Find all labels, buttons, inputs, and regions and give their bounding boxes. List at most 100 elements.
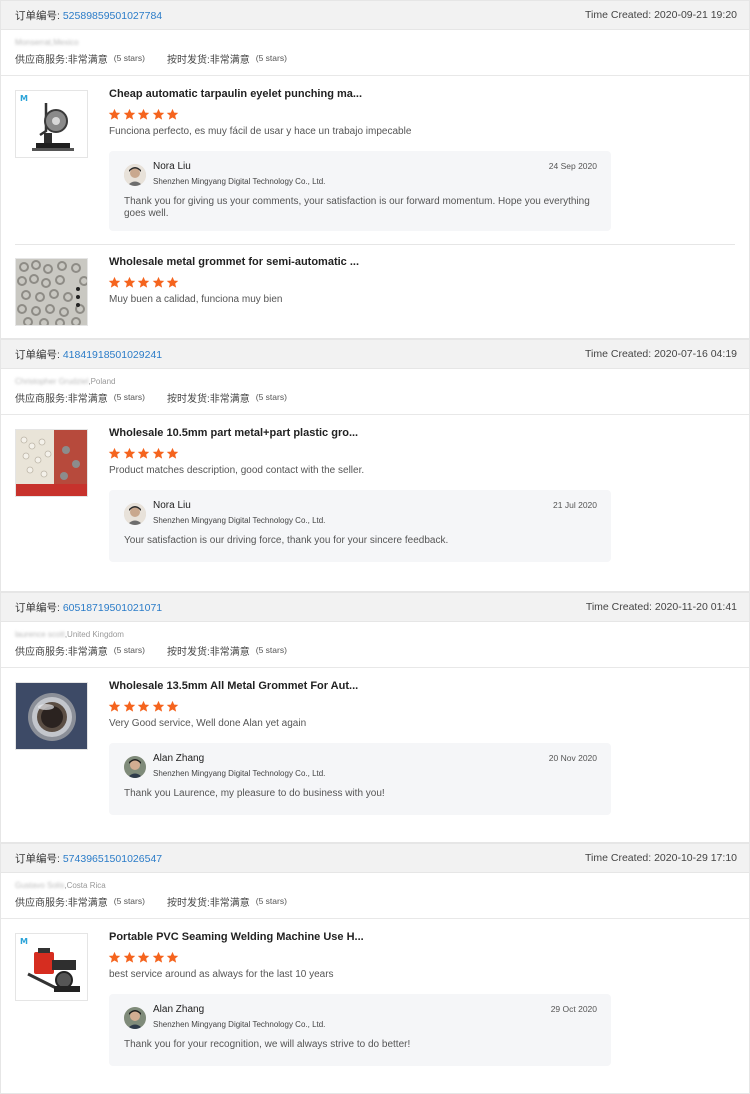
rating-stars-text: (5 stars): [113, 645, 145, 655]
reply-date: 21 Jul 2020: [553, 500, 597, 510]
rating-stars-text: (5 stars): [255, 645, 287, 655]
time-created: Time Created: 2020-10-29 17:10: [585, 852, 737, 864]
pvc-welding-machine-image[interactable]: M: [15, 933, 88, 1001]
seller-ratings: 供应商服务: 非常满意 (5 stars) 按时发货: 非常满意 (5 stars): [15, 893, 735, 909]
avatar: [124, 1007, 146, 1029]
time-created-label: Time Created:: [585, 852, 655, 864]
buyer-name: Monserrat,Mexico: [15, 36, 735, 50]
rating-label: 供应商服务:: [15, 646, 68, 658]
rating-value: 非常满意: [67, 393, 108, 405]
star-rating: [108, 108, 181, 121]
order-number-link[interactable]: 60518719501021071: [63, 602, 162, 614]
order-header: 订单编号: 52589859501027784 Time Created: 20…: [1, 1, 749, 30]
product-title[interactable]: Wholesale 10.5mm part metal+part plastic…: [109, 427, 358, 439]
review-comment: best service around as always for the la…: [109, 969, 334, 980]
rating-stars-text: (5 stars): [255, 896, 287, 906]
buyer-country: ,Costa Rica: [64, 881, 106, 890]
time-created-value: 2020-09-21 19:20: [654, 9, 737, 21]
buyer-info: Gustavo Solis,Costa Rica 供应商服务: 非常满意 (5 s…: [1, 873, 749, 919]
star-icon: [166, 951, 179, 963]
star-icon: [166, 108, 179, 120]
star-icon: [123, 700, 135, 712]
on-time-delivery-rating: 按时发货: 非常满意 (5 stars): [167, 894, 287, 909]
star-icon: [152, 447, 164, 459]
product-review: M Cheap automatic tarpaulin eyelet punch…: [1, 76, 749, 244]
order-number: 订单编号: 60518719501021071: [15, 600, 162, 615]
product-title[interactable]: Cheap automatic tarpaulin eyelet punchin…: [109, 88, 362, 100]
reply-author: Nora Liu: [153, 500, 191, 511]
product-review: M Portable PVC Seaming Welding Machine U…: [1, 919, 749, 1089]
buyer-name-hidden: Monserrat,Mexico: [15, 38, 79, 47]
order-number-label: 订单编号:: [15, 852, 63, 865]
rating-stars-text: (5 stars): [113, 896, 145, 906]
seller-reply: Nora Liu Shenzhen Mingyang Digital Techn…: [109, 490, 611, 562]
order-number-label: 订单编号:: [15, 601, 63, 614]
supplier-service-rating: 供应商服务: 非常满意 (5 stars): [15, 51, 145, 66]
eyelet-punching-machine-image[interactable]: M: [15, 90, 88, 158]
order-number: 订单编号: 41841918501029241: [15, 347, 162, 362]
rating-label: 供应商服务:: [15, 54, 68, 66]
review-comment: Product matches description, good contac…: [109, 465, 365, 476]
star-icon: [152, 276, 164, 288]
on-time-delivery-rating: 按时发货: 非常满意 (5 stars): [167, 643, 287, 658]
star-icon: [152, 108, 164, 120]
plastic-grommets-image[interactable]: [15, 429, 88, 497]
seller-reply: Alan Zhang Shenzhen Mingyang Digital Tec…: [109, 743, 611, 815]
order-number-label: 订单编号:: [15, 348, 63, 361]
avatar: [124, 503, 146, 525]
metal-grommet-closeup-image[interactable]: [15, 682, 88, 750]
order-number-link[interactable]: 57439651501026547: [63, 853, 162, 865]
reply-date: 20 Nov 2020: [548, 753, 597, 763]
order-number-link[interactable]: 52589859501027784: [63, 10, 162, 22]
rating-label: 按时发货:: [166, 897, 210, 909]
star-icon: [137, 951, 150, 963]
time-created-label: Time Created:: [585, 348, 655, 360]
star-rating: [108, 447, 181, 460]
star-icon: [108, 108, 121, 120]
product-title[interactable]: Portable PVC Seaming Welding Machine Use…: [109, 931, 364, 943]
reply-author: Alan Zhang: [153, 753, 205, 764]
buyer-name: Gustavo Solis,Costa Rica: [15, 879, 735, 893]
product-title[interactable]: Wholesale 13.5mm All Metal Grommet For A…: [109, 680, 358, 692]
star-icon: [123, 951, 135, 963]
reply-author: Nora Liu: [153, 161, 191, 172]
review-comment: Very Good service, Well done Alan yet ag…: [109, 718, 307, 729]
rating-label: 供应商服务:: [15, 897, 68, 909]
buyer-country: ,Poland: [88, 377, 116, 386]
supplier-service-rating: 供应商服务: 非常满意 (5 stars): [15, 894, 145, 909]
rating-stars-text: (5 stars): [255, 53, 287, 63]
rating-value: 非常满意: [67, 897, 108, 909]
order-card: 订单编号: 57439651501026547 Time Created: 20…: [0, 843, 750, 1094]
star-icon: [166, 700, 179, 712]
order-number-link[interactable]: 41841918501029241: [63, 349, 162, 361]
metal-grommets-image[interactable]: [15, 258, 88, 326]
star-icon: [137, 700, 150, 712]
star-icon: [166, 276, 179, 288]
time-created: Time Created: 2020-09-21 19:20: [585, 9, 737, 21]
star-icon: [137, 447, 150, 459]
star-icon: [108, 951, 121, 963]
order-header: 订单编号: 41841918501029241 Time Created: 20…: [1, 340, 749, 369]
product-review: Wholesale metal grommet for semi-automat…: [1, 244, 749, 338]
buyer-name: laurence scott,United Kingdom: [15, 628, 735, 642]
order-number-label: 订单编号:: [15, 9, 63, 22]
rating-value: 非常满意: [209, 393, 250, 405]
on-time-delivery-rating: 按时发货: 非常满意 (5 stars): [167, 51, 287, 66]
rating-label: 按时发货:: [166, 393, 210, 405]
buyer-name-hidden: Gustavo Solis: [15, 881, 65, 890]
order-number: 订单编号: 52589859501027784: [15, 8, 162, 23]
seller-ratings: 供应商服务: 非常满意 (5 stars) 按时发货: 非常满意 (5 stars): [15, 389, 735, 405]
order-number: 订单编号: 57439651501026547: [15, 851, 162, 866]
time-created: Time Created: 2020-11-20 01:41: [586, 601, 737, 613]
seller-ratings: 供应商服务: 非常满意 (5 stars) 按时发货: 非常满意 (5 stars): [15, 642, 735, 658]
reply-company: Shenzhen Mingyang Digital Technology Co.…: [153, 1020, 326, 1029]
star-rating: [108, 951, 181, 964]
product-title[interactable]: Wholesale metal grommet for semi-automat…: [109, 256, 359, 268]
time-created-value: 2020-10-29 17:10: [654, 852, 737, 864]
order-card: 订单编号: 41841918501029241 Time Created: 20…: [0, 339, 750, 592]
rating-value: 非常满意: [209, 646, 250, 658]
reply-company: Shenzhen Mingyang Digital Technology Co.…: [153, 177, 326, 186]
reply-company: Shenzhen Mingyang Digital Technology Co.…: [153, 516, 326, 525]
order-card: 订单编号: 52589859501027784 Time Created: 20…: [0, 0, 750, 339]
order-card: 订单编号: 60518719501021071 Time Created: 20…: [0, 592, 750, 843]
